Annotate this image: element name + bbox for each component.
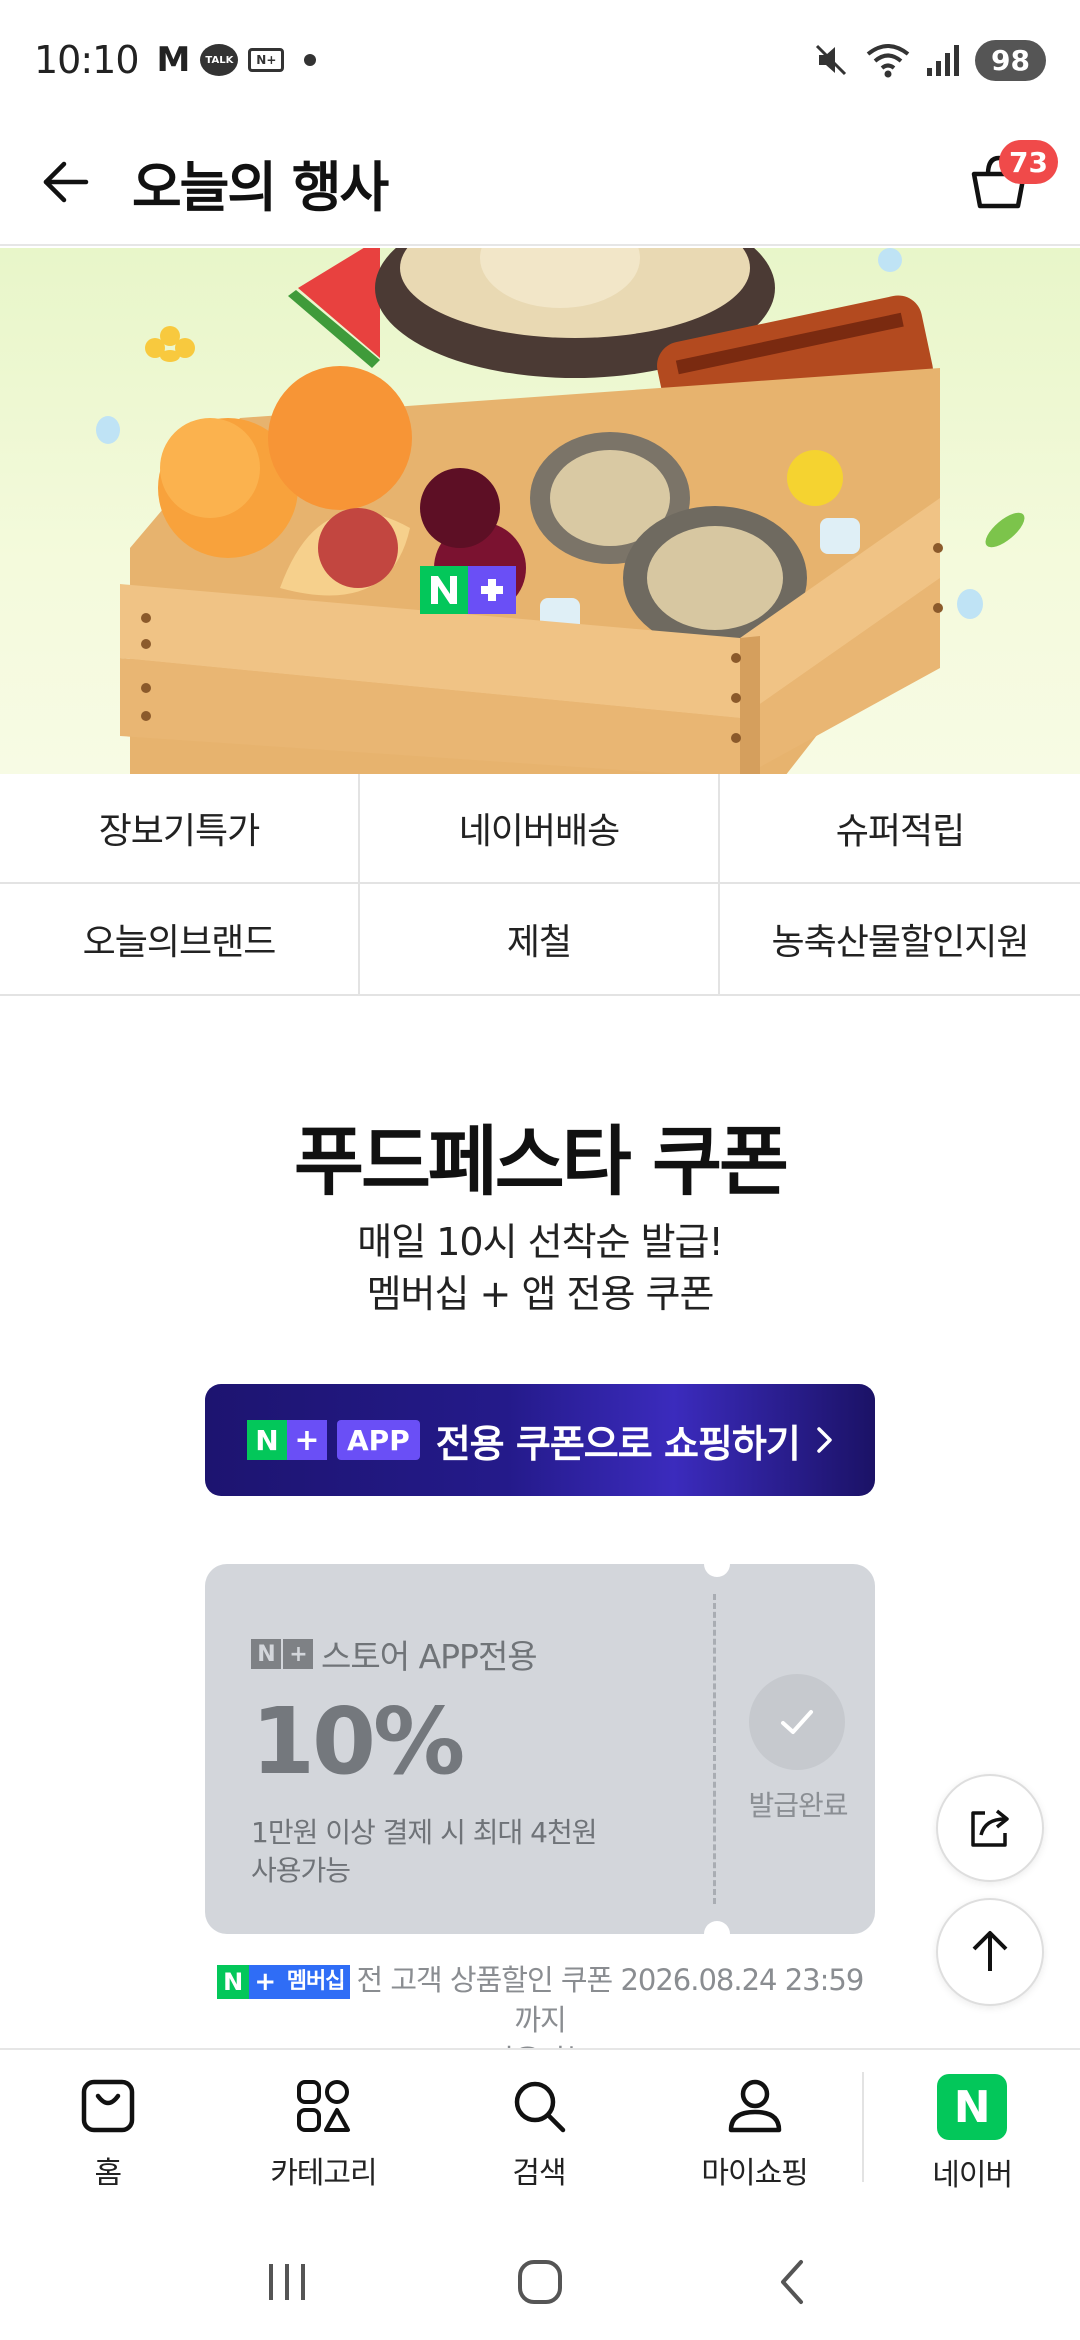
- system-back-icon[interactable]: [763, 2252, 823, 2312]
- logo-n: N: [251, 1639, 281, 1669]
- bottom-navigation: 홈 카테고리 검색 마이쇼핑 N 네이버: [0, 2048, 1080, 2224]
- category-link-super-points[interactable]: 슈퍼적립: [720, 774, 1080, 884]
- nav-naver[interactable]: N 네이버: [864, 2050, 1080, 2224]
- home-circle-icon[interactable]: [510, 2252, 570, 2312]
- coupon-discount-rate: 10%: [251, 1688, 465, 1795]
- nav-naver-label: 네이버: [932, 2158, 1013, 2193]
- person-icon: [728, 2079, 781, 2133]
- coupon-card[interactable]: N + 스토어 APP전용 10% 1만원 이상 결제 시 최대 4천원 사용가…: [205, 1564, 875, 1934]
- logo-membership-text: 멤버십: [280, 1965, 351, 1999]
- category-link-grocery-deals[interactable]: 장보기특가: [0, 774, 360, 884]
- m-app-icon: M: [156, 40, 191, 80]
- condition-line-1: 1만원 이상 결제 시 최대 4천원: [251, 1816, 597, 1849]
- chevron-right-icon: [817, 1427, 832, 1453]
- back-button[interactable]: [0, 119, 132, 245]
- arrow-left-icon: [43, 161, 89, 203]
- nav-home[interactable]: 홈: [0, 2050, 216, 2224]
- nav-my-shopping[interactable]: 마이쇼핑: [647, 2050, 863, 2224]
- page-title: 오늘의 행사: [132, 155, 389, 219]
- status-time: 10:10: [34, 38, 140, 82]
- logo-n: N: [247, 1420, 287, 1460]
- category-shortcut-grid: 장보기특가 네이버배송 슈퍼적립 오늘의브랜드 제철 농축산물할인지원: [0, 774, 1080, 996]
- subtitle-line-1: 매일 10시 선착순 발급!: [357, 1220, 724, 1264]
- nav-home-label: 홈: [94, 2156, 122, 2191]
- logo-n: N: [216, 1965, 249, 1999]
- coupon-store-label: N + 스토어 APP전용: [251, 1630, 538, 1678]
- mute-icon: [815, 44, 847, 76]
- naver-plus-icon: N+: [248, 48, 285, 72]
- food-gift-box-illustration: [96, 248, 1025, 774]
- signal-icon: [927, 45, 960, 76]
- category-grid-icon: [297, 2080, 351, 2132]
- share-button[interactable]: [936, 1774, 1044, 1882]
- app-header: 오늘의 행사 73: [0, 120, 1080, 246]
- battery-indicator: 98: [975, 39, 1046, 81]
- category-link-naver-delivery[interactable]: 네이버배송: [360, 774, 720, 884]
- logo-plus: +: [283, 1639, 313, 1669]
- cart-count-badge: 73: [999, 140, 1058, 184]
- share-icon: [971, 1809, 1009, 1847]
- home-bag-icon: [81, 2079, 135, 2133]
- subtitle-line-2: 멤버십 + 앱 전용 쿠폰: [366, 1272, 715, 1316]
- search-icon: [514, 2081, 566, 2133]
- coupon-section-title: 푸드페스타 쿠폰: [294, 1117, 789, 1206]
- category-link-todays-brand[interactable]: 오늘의브랜드: [0, 884, 360, 994]
- nav-search[interactable]: 검색: [431, 2050, 647, 2224]
- naver-plus-logo: N +: [247, 1420, 327, 1460]
- coupon-section-subtitle: 매일 10시 선착순 발급! 멤버십 + 앱 전용 쿠폰: [0, 1216, 1080, 1320]
- issued-check-icon: [749, 1674, 845, 1770]
- coupon-condition: 1만원 이상 결제 시 최대 4천원 사용가능: [251, 1814, 597, 1890]
- more-notifications-dot: [304, 54, 317, 66]
- coupon-notch-bottom: [704, 1921, 730, 1947]
- logo-plus: +: [287, 1420, 327, 1460]
- store-label-text: 스토어 APP전용: [321, 1637, 538, 1676]
- kakaotalk-icon: TALK: [200, 44, 239, 76]
- app-coupon-shopping-banner[interactable]: N + APP 전용 쿠폰으로 쇼핑하기: [205, 1384, 875, 1496]
- category-link-agri-discount[interactable]: 농축산물할인지원: [720, 884, 1080, 994]
- coupon-notch-top: [704, 1551, 730, 1577]
- recent-apps-icon[interactable]: [257, 2252, 317, 2312]
- logo-plus: +: [248, 1965, 281, 1999]
- status-bar: 10:10 M TALK N+ 98: [0, 0, 1080, 120]
- nav-category-label: 카테고리: [270, 2156, 377, 2191]
- wifi-icon: [866, 44, 910, 78]
- nav-search-label: 검색: [512, 2156, 566, 2191]
- nav-my-shopping-label: 마이쇼핑: [701, 2156, 808, 2191]
- app-banner-text: 전용 쿠폰으로 쇼핑하기: [435, 1421, 801, 1466]
- system-navigation-bar: [0, 2224, 1080, 2340]
- cart-button[interactable]: 73: [954, 138, 1058, 228]
- status-system-icons: 98: [811, 39, 1046, 81]
- scroll-to-top-button[interactable]: [936, 1898, 1044, 2006]
- coupon-perforation: [713, 1594, 716, 1904]
- naver-plus-membership-logo: N + 멤버십: [216, 1965, 351, 1999]
- promo-banner[interactable]: [0, 248, 1080, 774]
- condition-line-2: 사용가능: [251, 1854, 351, 1887]
- category-link-seasonal[interactable]: 제철: [360, 884, 720, 994]
- member-note-line-1: 전 고객 상품할인 쿠폰 2026.08.24 23:59까지: [356, 1963, 864, 2037]
- nav-category[interactable]: 카테고리: [216, 2050, 432, 2224]
- app-chip: APP: [337, 1420, 420, 1460]
- coupon-issued-label: 발급완료: [748, 1789, 848, 1822]
- naver-logo-icon: N: [937, 2074, 1008, 2140]
- arrow-up-icon: [972, 1931, 1008, 1971]
- status-notification-icons: M TALK N+: [157, 40, 317, 80]
